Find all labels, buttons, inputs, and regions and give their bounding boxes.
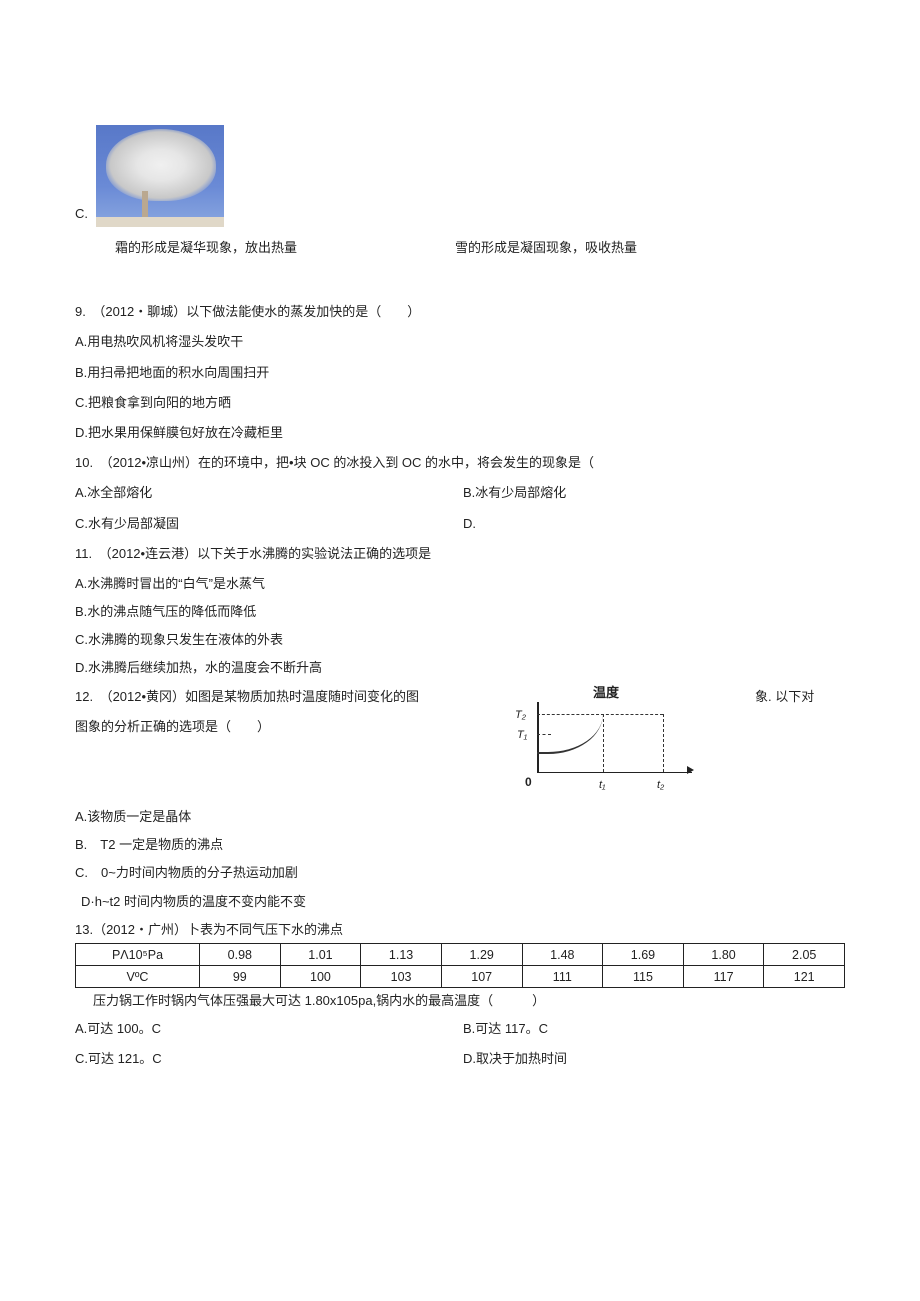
- table-cell: 100: [280, 965, 361, 987]
- table-cell: 1.80: [683, 943, 764, 965]
- q12-option-a: A.该物质一定是晶体: [75, 808, 845, 826]
- q9-option-c: C.把粮食拿到向阳的地方晒: [75, 394, 845, 412]
- caption-row: 霜的形成是凝华现象，放出热量 雪的形成是凝固现象，吸收热量: [115, 239, 845, 257]
- table-cell: 111: [522, 965, 603, 987]
- q12-stem-line2: 图象的分析正确的选项是（ ）: [75, 718, 495, 736]
- q10-option-d: D.: [463, 515, 845, 533]
- q12-option-c: C. 0~力时间内物质的分子热运动加剧: [75, 864, 845, 882]
- graph-tick-t1: T₁: [517, 728, 527, 743]
- q11-option-d: D.水沸腾后继续加热，水的温度会不断升高: [75, 659, 845, 677]
- q12-stem-line1: 12. （2012•黄冈）如图是某物质加热时温度随时间变化的图: [75, 688, 495, 706]
- table-cell-head-temp: VºC: [76, 965, 200, 987]
- q13-stem: 13.（2012・广州）卜表为不同气压下水的沸点: [75, 921, 845, 939]
- q13-option-c: C.可达 121。C: [75, 1050, 463, 1068]
- graph-dash-v-t2: [663, 714, 664, 772]
- table-cell: 1.01: [280, 943, 361, 965]
- q9-option-b: B.用扫帚把地面的积水向周围扫开: [75, 364, 845, 382]
- q9-stem: 9. （2012・聊城）以下做法能使水的蒸发加快的是（ ）: [75, 303, 845, 321]
- q10-stem: 10. （2012•凉山州）在的环境中，把•块 OC 的冰投入到 OC 的水中，…: [75, 454, 845, 472]
- question-9: 9. （2012・聊城）以下做法能使水的蒸发加快的是（ ） A.用电热吹风机将湿…: [75, 303, 845, 1068]
- tree-crown-shape: [106, 129, 216, 201]
- table-cell: 103: [361, 965, 442, 987]
- table-cell: 121: [764, 965, 845, 987]
- q13-option-d: D.取决于加热时间: [463, 1050, 845, 1068]
- q13-option-a: A.可达 100。C: [75, 1020, 463, 1038]
- q12-option-d: D·h~t2 时间内物质的温度不变内能不变: [81, 893, 845, 911]
- q12-option-b: B. T2 一定是物质的沸点: [75, 836, 845, 854]
- q10-option-a: A.冰全部熔化: [75, 484, 463, 502]
- q10-option-b: B.冰有少局部熔化: [463, 484, 845, 502]
- q13-table: PΛ10⁵Pa 0.98 1.01 1.13 1.29 1.48 1.69 1.…: [75, 943, 845, 988]
- option-c-letter: C.: [75, 205, 88, 227]
- graph-x-arrow-icon: [687, 766, 694, 774]
- frost-tree-image: [96, 125, 224, 227]
- question-13: 13.（2012・广州）卜表为不同气压下水的沸点 PΛ10⁵Pa 0.98 1.…: [75, 921, 845, 1069]
- question-12: 12. （2012•黄冈）如图是某物质加热时温度随时间变化的图 图象的分析正确的…: [75, 688, 845, 911]
- q9-option-d: D.把水果用保鲜膜包好放在冷藏柜里: [75, 424, 845, 442]
- q13-option-b: B.可达 117。C: [463, 1020, 845, 1038]
- table-cell: 1.29: [441, 943, 522, 965]
- graph-x-axis: [537, 772, 692, 774]
- table-cell: 117: [683, 965, 764, 987]
- q11-option-c: C.水沸腾的现象只发生在液体的外表: [75, 631, 845, 649]
- table-cell-head-pressure: PΛ10⁵Pa: [76, 943, 200, 965]
- table-row: VºC 99 100 103 107 111 115 117 121: [76, 965, 845, 987]
- q11-option-b: B.水的沸点随气压的降低而降低: [75, 603, 845, 621]
- graph-curve: [537, 714, 603, 754]
- caption-right: 雪的形成是凝固现象，吸收热量: [455, 239, 637, 257]
- q10-row-cd: C.水有少局部凝固 D.: [75, 515, 845, 533]
- table-cell: 107: [441, 965, 522, 987]
- q12-options: A.该物质一定是晶体 B. T2 一定是物质的沸点 C. 0~力时间内物质的分子…: [75, 808, 845, 911]
- tree-ground-shape: [96, 217, 224, 227]
- table-cell: 1.13: [361, 943, 442, 965]
- option-c-image-row: C.: [75, 125, 845, 227]
- graph-y-label: 温度: [593, 684, 619, 702]
- graph-tick-x-t1: t₁: [599, 778, 606, 793]
- table-cell: 0.98: [200, 943, 281, 965]
- graph-tick-t2: T₂: [515, 708, 526, 723]
- q11-option-a: A.水沸腾时冒出的“白气”是水蒸气: [75, 575, 845, 593]
- table-cell: 1.48: [522, 943, 603, 965]
- table-row: PΛ10⁵Pa 0.98 1.01 1.13 1.29 1.48 1.69 1.…: [76, 943, 845, 965]
- q11-stem: 11. （2012•连云港）以下关于水沸腾的实验说法正确的选项是: [75, 545, 845, 563]
- caption-left: 霜的形成是凝华现象，放出热量: [115, 239, 415, 257]
- table-cell: 99: [200, 965, 281, 987]
- table-cell: 2.05: [764, 943, 845, 965]
- q9-option-a: A.用电热吹风机将湿头发吹干: [75, 333, 845, 351]
- graph-dash-v-t1: [603, 714, 604, 772]
- q13-row-ab: A.可达 100。C B.可达 117。C: [75, 1020, 845, 1038]
- graph-tick-x-t2: t₂: [657, 778, 664, 793]
- q12-stem-right-tail: 象. 以下对: [755, 688, 814, 706]
- q10-option-c: C.水有少局部凝固: [75, 515, 463, 533]
- q12-graph: 温度 T₂ T₁ 0 t₁ t₂: [515, 684, 695, 794]
- table-cell: 1.69: [603, 943, 684, 965]
- question-11: 11. （2012•连云港）以下关于水沸腾的实验说法正确的选项是 A.水沸腾时冒…: [75, 545, 845, 678]
- q13-after-table: 压力锅工作时锅内气体压强最大可达 1.80x105pa,锅内水的最高温度（ ）: [93, 992, 845, 1010]
- table-cell: 115: [603, 965, 684, 987]
- q13-row-cd: C.可达 121。C D.取决于加热时间: [75, 1050, 845, 1068]
- q10-row-ab: A.冰全部熔化 B.冰有少局部熔化: [75, 484, 845, 502]
- graph-tick-zero: 0: [525, 774, 532, 791]
